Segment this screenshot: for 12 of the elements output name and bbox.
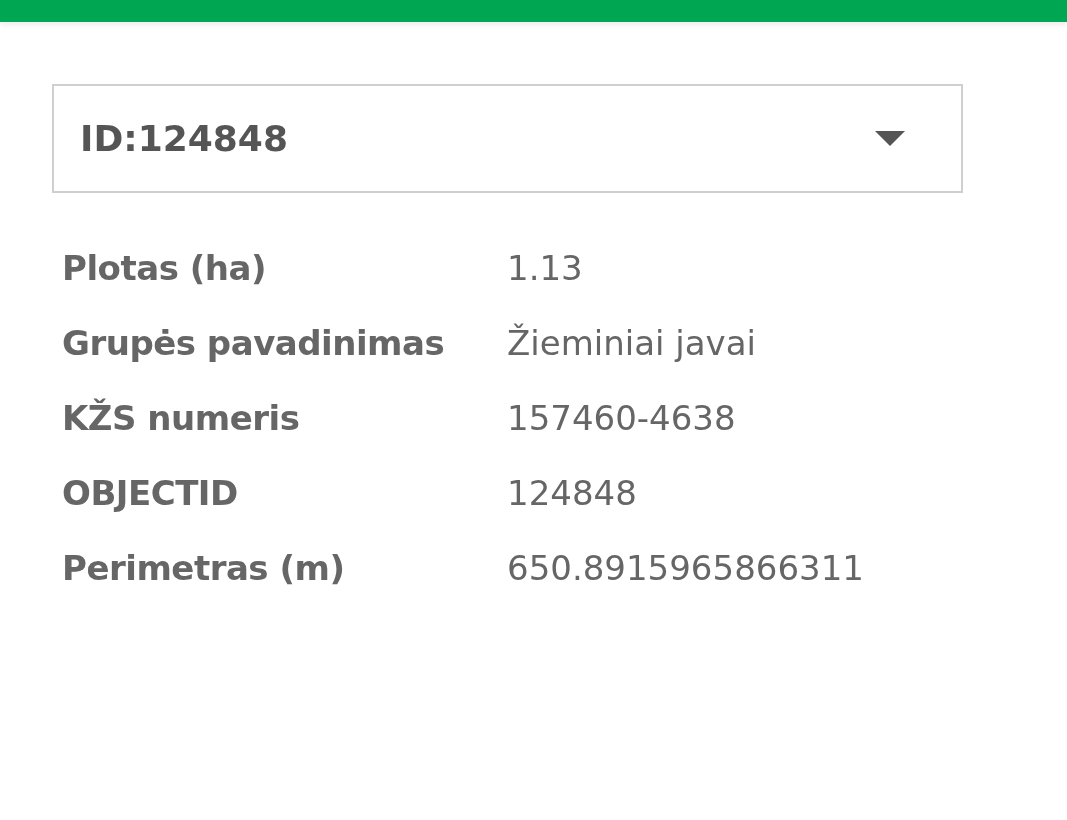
attribute-label: KŽS numeris — [62, 397, 301, 440]
attribute-value: 124848 — [507, 472, 638, 515]
attribute-label: Plotas (ha) — [62, 247, 267, 290]
attribute-label: Perimetras (m) — [62, 547, 346, 590]
attribute-value: 1.13 — [507, 247, 584, 290]
attribute-value: 157460-4638 — [507, 397, 737, 440]
id-dropdown[interactable]: ID:124848 — [52, 84, 963, 193]
attribute-value: 650.8915965866311 — [507, 547, 865, 590]
attribute-label: Grupės pavadinimas — [62, 322, 446, 365]
attribute-label: OBJECTID — [62, 472, 239, 515]
attribute-value: Žieminiai javai — [507, 322, 757, 365]
caret-icon — [875, 131, 905, 146]
